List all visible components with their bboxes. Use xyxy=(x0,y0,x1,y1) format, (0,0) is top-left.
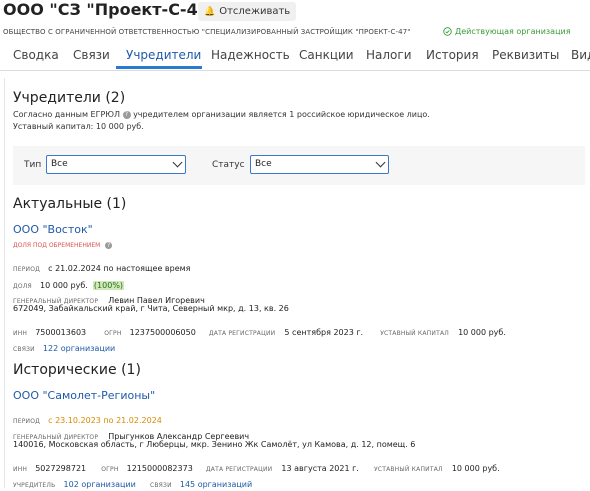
period-value: с 21.02.2024 по настоящее время xyxy=(48,264,191,273)
tab-taxes[interactable]: Налоги xyxy=(366,48,412,62)
capital-value: 10 000 руб. xyxy=(458,328,506,337)
help-icon[interactable]: ? xyxy=(122,110,131,119)
ogrn-value: 1237500006050 xyxy=(129,328,196,337)
actual-founder-name[interactable]: ООО "Восток" xyxy=(13,223,93,236)
historical-address: 140016, Московская область, г Люберцы, м… xyxy=(13,440,416,449)
track-button[interactable]: 🔔 Отслеживать xyxy=(198,2,297,21)
tab-history[interactable]: История xyxy=(426,48,479,62)
status-filter-label: Статус xyxy=(212,160,245,170)
company-full-name: ОБЩЕСТВО С ОГРАНИЧЕННОЙ ОТВЕТСТВЕННОСТЬЮ… xyxy=(3,28,411,36)
chevron-down-icon xyxy=(172,157,183,168)
active-tab-indicator xyxy=(116,66,202,69)
tab-summary[interactable]: Сводка xyxy=(13,48,59,62)
type-filter-value: Все xyxy=(51,159,68,169)
status-badge: Действующая организация xyxy=(443,27,571,36)
founder-label: УЧРЕДИТЕЛЬ xyxy=(13,482,56,489)
tab-bar: Сводка Связи Учредители Надежность Санкц… xyxy=(0,40,590,71)
historical-heading: Исторические (1) xyxy=(13,362,141,378)
page-title: ООО "СЗ "Проект-С-47" xyxy=(3,0,218,19)
reg-date-label: ДАТА РЕГИСТРАЦИИ xyxy=(208,330,276,337)
help-icon[interactable]: ? xyxy=(105,242,113,249)
type-filter-label: Тип xyxy=(24,160,42,170)
tab-reliability[interactable]: Надежность xyxy=(211,48,290,62)
tab-founders[interactable]: Учредители xyxy=(126,48,201,62)
historical-links-row: УЧРЕДИТЕЛЬ 102 организации СВЯЗИ 145 орг… xyxy=(13,472,252,491)
actual-address: 672049, Забайкальский край, г Чита, Севе… xyxy=(13,304,289,313)
desc-source: Согласно данным ЕГРЮЛ xyxy=(13,110,120,119)
tab-links[interactable]: Связи xyxy=(73,48,110,62)
historical-founder-name[interactable]: ООО "Самолет-Регионы" xyxy=(13,389,155,402)
bell-icon: 🔔 xyxy=(204,6,216,17)
period-label: ПЕРИОД xyxy=(13,266,41,273)
founders-capital: Уставный капитал: 10 000 руб. xyxy=(13,122,144,131)
status-filter-value: Все xyxy=(255,159,272,169)
desc-text: учредителем организации является 1 росси… xyxy=(133,110,430,119)
reg-date-value: 5 сентября 2023 г. xyxy=(284,328,364,337)
encumbrance-badge: ДОЛЯ ПОД ОБРЕМЕНЕНИЕМ ? xyxy=(13,242,113,249)
capital-label: УСТАВНЫЙ КАПИТАЛ xyxy=(373,466,443,473)
links-value[interactable]: 122 организации xyxy=(43,344,115,353)
tab-sanctions[interactable]: Санкции xyxy=(299,48,354,62)
track-button-label: Отслеживать xyxy=(219,6,291,17)
status-text: Действующая организация xyxy=(455,27,571,36)
capital-label: УСТАВНЫЙ КАПИТАЛ xyxy=(380,330,449,337)
tab-requisites[interactable]: Реквизиты xyxy=(492,48,559,62)
capital-value: 10 000 руб. xyxy=(451,464,500,473)
type-filter-select[interactable]: Все xyxy=(46,155,186,174)
chevron-down-icon xyxy=(375,157,386,168)
status-filter-select[interactable]: Все xyxy=(250,155,389,174)
encumbrance-text: ДОЛЯ ПОД ОБРЕМЕНЕНИЕМ xyxy=(13,242,101,249)
actual-links-row: СВЯЗИ 122 организации xyxy=(13,336,115,355)
reg-date-value: 13 августа 2021 г. xyxy=(281,464,359,473)
links-label: СВЯЗИ xyxy=(13,346,35,353)
tab-more[interactable]: Вид xyxy=(571,48,590,62)
check-circle-icon xyxy=(443,27,452,36)
founders-heading: Учредители (2) xyxy=(13,90,126,106)
founders-description: Согласно данным ЕГРЮЛ ? учредителем орга… xyxy=(13,110,430,119)
actual-heading: Актуальные (1) xyxy=(13,196,127,212)
links-label: СВЯЗИ xyxy=(149,482,172,489)
